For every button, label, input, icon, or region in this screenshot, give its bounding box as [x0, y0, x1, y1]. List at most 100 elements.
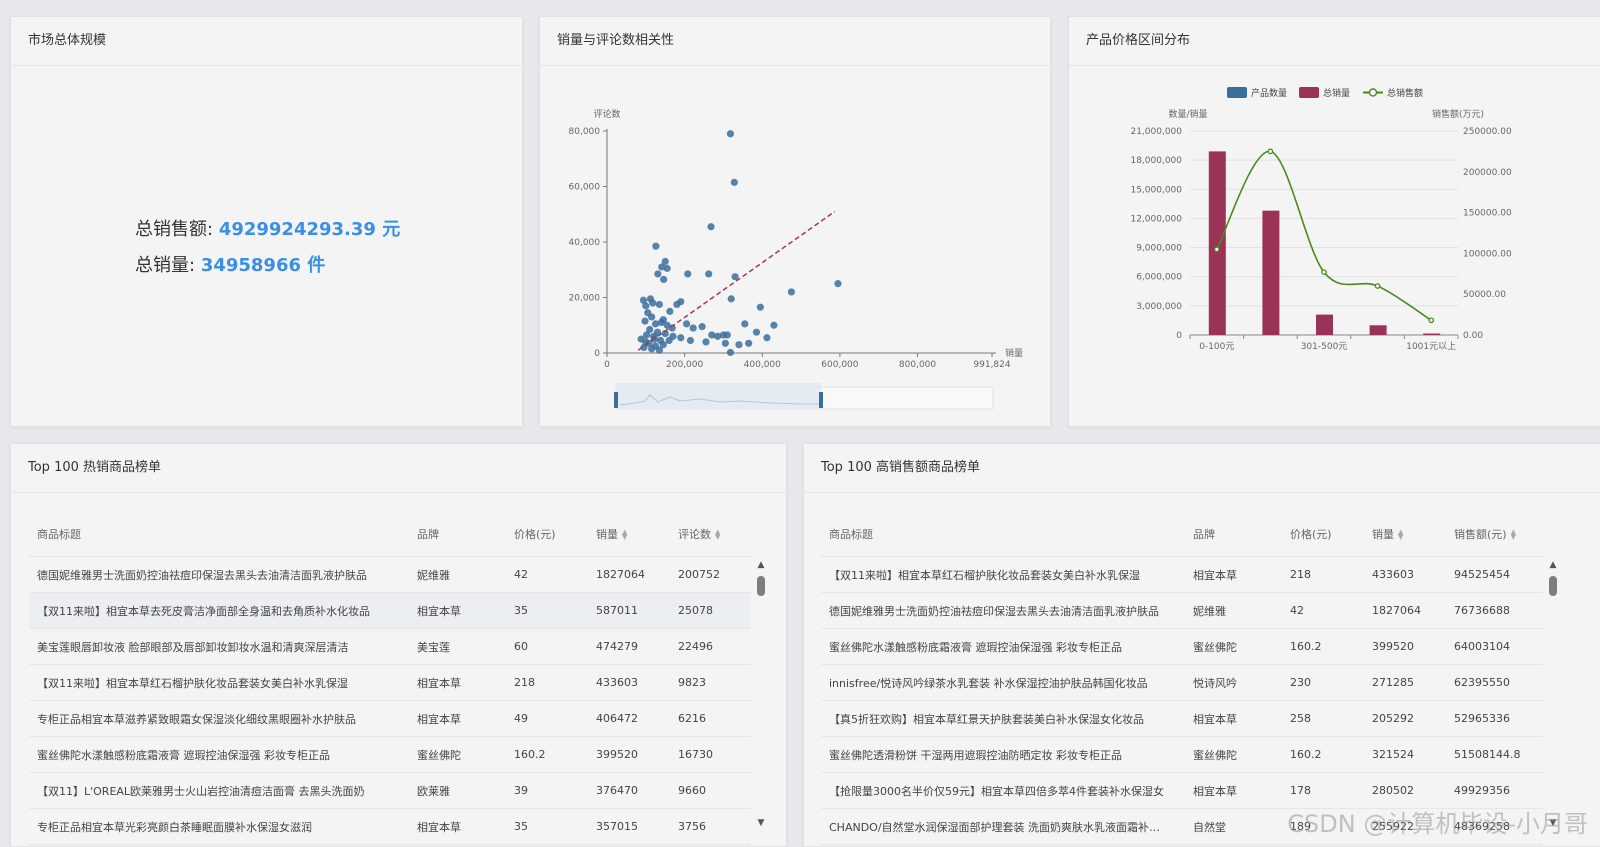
scroll-down-icon[interactable]: ▼	[755, 818, 767, 828]
table-cell: 587011	[588, 592, 670, 629]
y2-axis-title: 销售额(万元)	[1432, 108, 1484, 120]
table-row[interactable]: 【双11来啦】相宜本草红石榴护肤化妆品套装女美白补水乳保湿 相宜本草 218 4336…	[29, 664, 751, 701]
price-panel: 产品价格区间分布 0 3,000,000 6,000,000 9,000,000 12,…	[1068, 16, 1600, 427]
y2-tick-label: 100000.00	[1463, 249, 1512, 259]
legend-label-sales: 总销量	[1323, 87, 1350, 99]
table-cell: 52965336	[1446, 700, 1543, 737]
table-cell: 160.2	[1282, 736, 1364, 773]
y2-tick-label: 150000.00	[1463, 209, 1512, 219]
x-tick-label: 200,000	[666, 360, 703, 370]
scatter-point	[660, 275, 668, 284]
table-cell: 51508144.8	[1446, 736, 1543, 773]
bar-sales	[1208, 151, 1226, 335]
scatter-point	[756, 303, 764, 311]
col-reviews[interactable]: 评论数 ▲ ▼	[670, 512, 751, 557]
table-cell: 218	[506, 664, 588, 701]
table-cell: 433603	[588, 664, 670, 701]
table-cell: 160.2	[506, 736, 588, 773]
y-tick-label: 0	[1176, 331, 1182, 341]
table-cell: 专柜正品相宜本草滋养紧致眼霜女保湿淡化细纹黑眼圈补水护肤品	[29, 700, 409, 737]
bar-sales	[1369, 325, 1387, 335]
revenue-panel: Top 100 高销售额商品榜单 商品标题 品牌 价格(元) 销量 ▲ ▼ 销售额(…	[803, 443, 1600, 847]
table-cell: 蜜丝佛陀	[409, 736, 506, 773]
table-cell: 妮维雅	[1185, 592, 1282, 629]
col-revenue[interactable]: 销售额(元) ▲ ▼	[1446, 512, 1543, 557]
revenue-point	[1267, 148, 1274, 155]
scatter-point	[666, 307, 674, 315]
table-cell: innisfree/悦诗风吟绿茶水乳套装 补水保湿控油护肤品韩国化妆品	[821, 664, 1185, 701]
y-tick-label: 15,000,000	[1130, 185, 1182, 195]
table-cell: 欧莱雅	[409, 772, 506, 809]
table-cell: 62395550	[1446, 664, 1543, 701]
revenue-title: Top 100 高销售额商品榜单	[804, 444, 1600, 493]
table-row[interactable]: 【双11来啦】相宜本草红石榴护肤化妆品套装女美白补水乳保湿 相宜本草 218 4336…	[821, 556, 1543, 593]
sort-icon[interactable]: ▲ ▼	[622, 529, 627, 541]
scatter-point	[684, 270, 692, 278]
hot-panel: Top 100 热销商品榜单 商品标题 品牌 价格(元) 销量 ▲ ▼ 评论数 ▲ ▼ …	[10, 443, 787, 847]
table-row[interactable]: 【双11】L'OREAL欧莱雅男士火山岩控油清痘洁面膏 去黑头洗面奶 欧莱雅 39 3…	[29, 772, 751, 809]
scatter-point	[649, 299, 657, 307]
table-row[interactable]: 美宝莲眼唇卸妆液 脸部眼部及唇部卸妆卸妆水温和清爽深层清洁 美宝莲 60 474279…	[29, 628, 751, 665]
trend-line	[637, 210, 836, 351]
table-row[interactable]: 德国妮维雅男士洗面奶控油祛痘印保湿去黑头去油清洁面乳液护肤品 妮维雅 42 18270…	[821, 592, 1543, 629]
table-cell: 蜜丝佛陀透滑粉饼 干湿两用遮瑕控油防晒定妆 彩妆专柜正品	[821, 736, 1185, 773]
y-tick-label: 18,000,000	[1130, 156, 1182, 166]
revenue-point	[1213, 246, 1220, 253]
scatter-title: 销量与评论数相关性	[540, 17, 1050, 66]
table-cell: 399520	[588, 736, 670, 773]
zoom-window	[616, 383, 821, 409]
scroll-thumb[interactable]	[757, 576, 765, 596]
x-tick-label: 0	[604, 360, 610, 370]
scatter-point	[770, 321, 778, 329]
table-cell: 相宜本草	[409, 700, 506, 737]
table-row[interactable]: 【真5折狂欢购】相宜本草红景天护肤套装美白补水保湿女化妆品 相宜本草 258 2052…	[821, 700, 1543, 737]
col-reviews-label: 评论数	[678, 528, 711, 541]
scroll-up-icon[interactable]: ▲	[1547, 560, 1559, 570]
table-cell: 蜜丝佛陀水漾触感粉底霜液膏 遮瑕控油保湿强 彩妆专柜正品	[29, 736, 409, 773]
x-tick-label: 1001元以上	[1406, 341, 1456, 352]
y-tick-label: 0	[594, 349, 600, 359]
sort-icon[interactable]: ▲ ▼	[1398, 529, 1403, 541]
table-cell: 433603	[1364, 556, 1446, 593]
table-cell: 64003104	[1446, 628, 1543, 665]
scatter-point	[723, 331, 731, 339]
table-row[interactable]: innisfree/悦诗风吟绿茶水乳套装 补水保湿控油护肤品韩国化妆品 悦诗风吟 2…	[821, 664, 1543, 701]
table-cell: 205292	[1364, 700, 1446, 737]
scroll-thumb[interactable]	[1549, 576, 1557, 596]
table-row[interactable]: 蜜丝佛陀透滑粉饼 干湿两用遮瑕控油防晒定妆 彩妆专柜正品 蜜丝佛陀 160.2 321…	[821, 736, 1543, 773]
table-cell: 357015	[588, 808, 670, 845]
scatter-chart[interactable]: 0 20,000 40,000 60,000 80,000 0 200,000 400,000…	[540, 65, 1050, 425]
revenue-line	[1216, 150, 1432, 321]
table-row[interactable]: 蜜丝佛陀水漾触感粉底霜液膏 遮瑕控油保湿强 彩妆专柜正品 蜜丝佛陀 160.2 399…	[821, 628, 1543, 665]
table-row[interactable]: 蜜丝佛陀水漾触感粉底霜液膏 遮瑕控油保湿强 彩妆专柜正品 蜜丝佛陀 160.2 399…	[29, 736, 751, 773]
data-zoom-slider[interactable]	[614, 383, 994, 410]
table-row[interactable]: 专柜正品相宜本草滋养紧致眼霜女保湿淡化细纹黑眼圈补水护肤品 相宜本草 49 40647…	[29, 700, 751, 737]
col-sales[interactable]: 销量 ▲ ▼	[588, 512, 670, 557]
bar-sales	[1423, 333, 1441, 335]
table-cell: 16730	[670, 736, 751, 773]
price-chart[interactable]: 0 3,000,000 6,000,000 9,000,000 12,000,000 15…	[1069, 65, 1600, 425]
scatter-point	[726, 348, 735, 357]
table-cell: 160.2	[1282, 628, 1364, 665]
table-cell: 60	[506, 628, 588, 665]
hot-table: 商品标题 品牌 价格(元) 销量 ▲ ▼ 评论数 ▲ ▼ 德国妮维雅男士洗面奶控油祛痘印…	[29, 512, 751, 845]
table-row[interactable]: 【双11来啦】相宜本草去死皮膏洁净面部全身温和去角质补水化妆品 相宜本草 35 587…	[29, 592, 751, 629]
table-row[interactable]: 德国妮维雅男士洗面奶控油祛痘印保湿去黑头去油清洁面乳液护肤品 妮维雅 42 18270…	[29, 556, 751, 593]
table-cell: 1827064	[1364, 592, 1446, 629]
table-row[interactable]: 专柜正品相宜本草光彩亮颜白茶睡眠面膜补水保湿女滋润 相宜本草 35 357015 375…	[29, 808, 751, 845]
sort-icon[interactable]: ▲ ▼	[715, 529, 720, 541]
y-tick-label: 6,000,000	[1136, 273, 1182, 283]
x-tick-label: 301-500元	[1301, 342, 1348, 352]
sort-icon[interactable]: ▲ ▼	[1511, 529, 1516, 541]
scatter-panel: 销量与评论数相关性 0 20,000 40,000 60,000 80,000 0 200,…	[539, 16, 1051, 427]
y-axis-title: 数量/销量	[1168, 108, 1207, 120]
col-sales[interactable]: 销量 ▲ ▼	[1364, 512, 1446, 557]
table-cell: 9823	[670, 664, 751, 701]
col-price: 价格(元)	[506, 512, 588, 557]
col-title: 商品标题	[29, 512, 409, 557]
scroll-up-icon[interactable]: ▲	[755, 560, 767, 570]
zoom-handle-left	[614, 392, 618, 408]
hot-scrollbar[interactable]: ▲ ▼	[755, 560, 767, 846]
scatter-point	[641, 317, 649, 325]
scatter-point	[763, 334, 771, 342]
